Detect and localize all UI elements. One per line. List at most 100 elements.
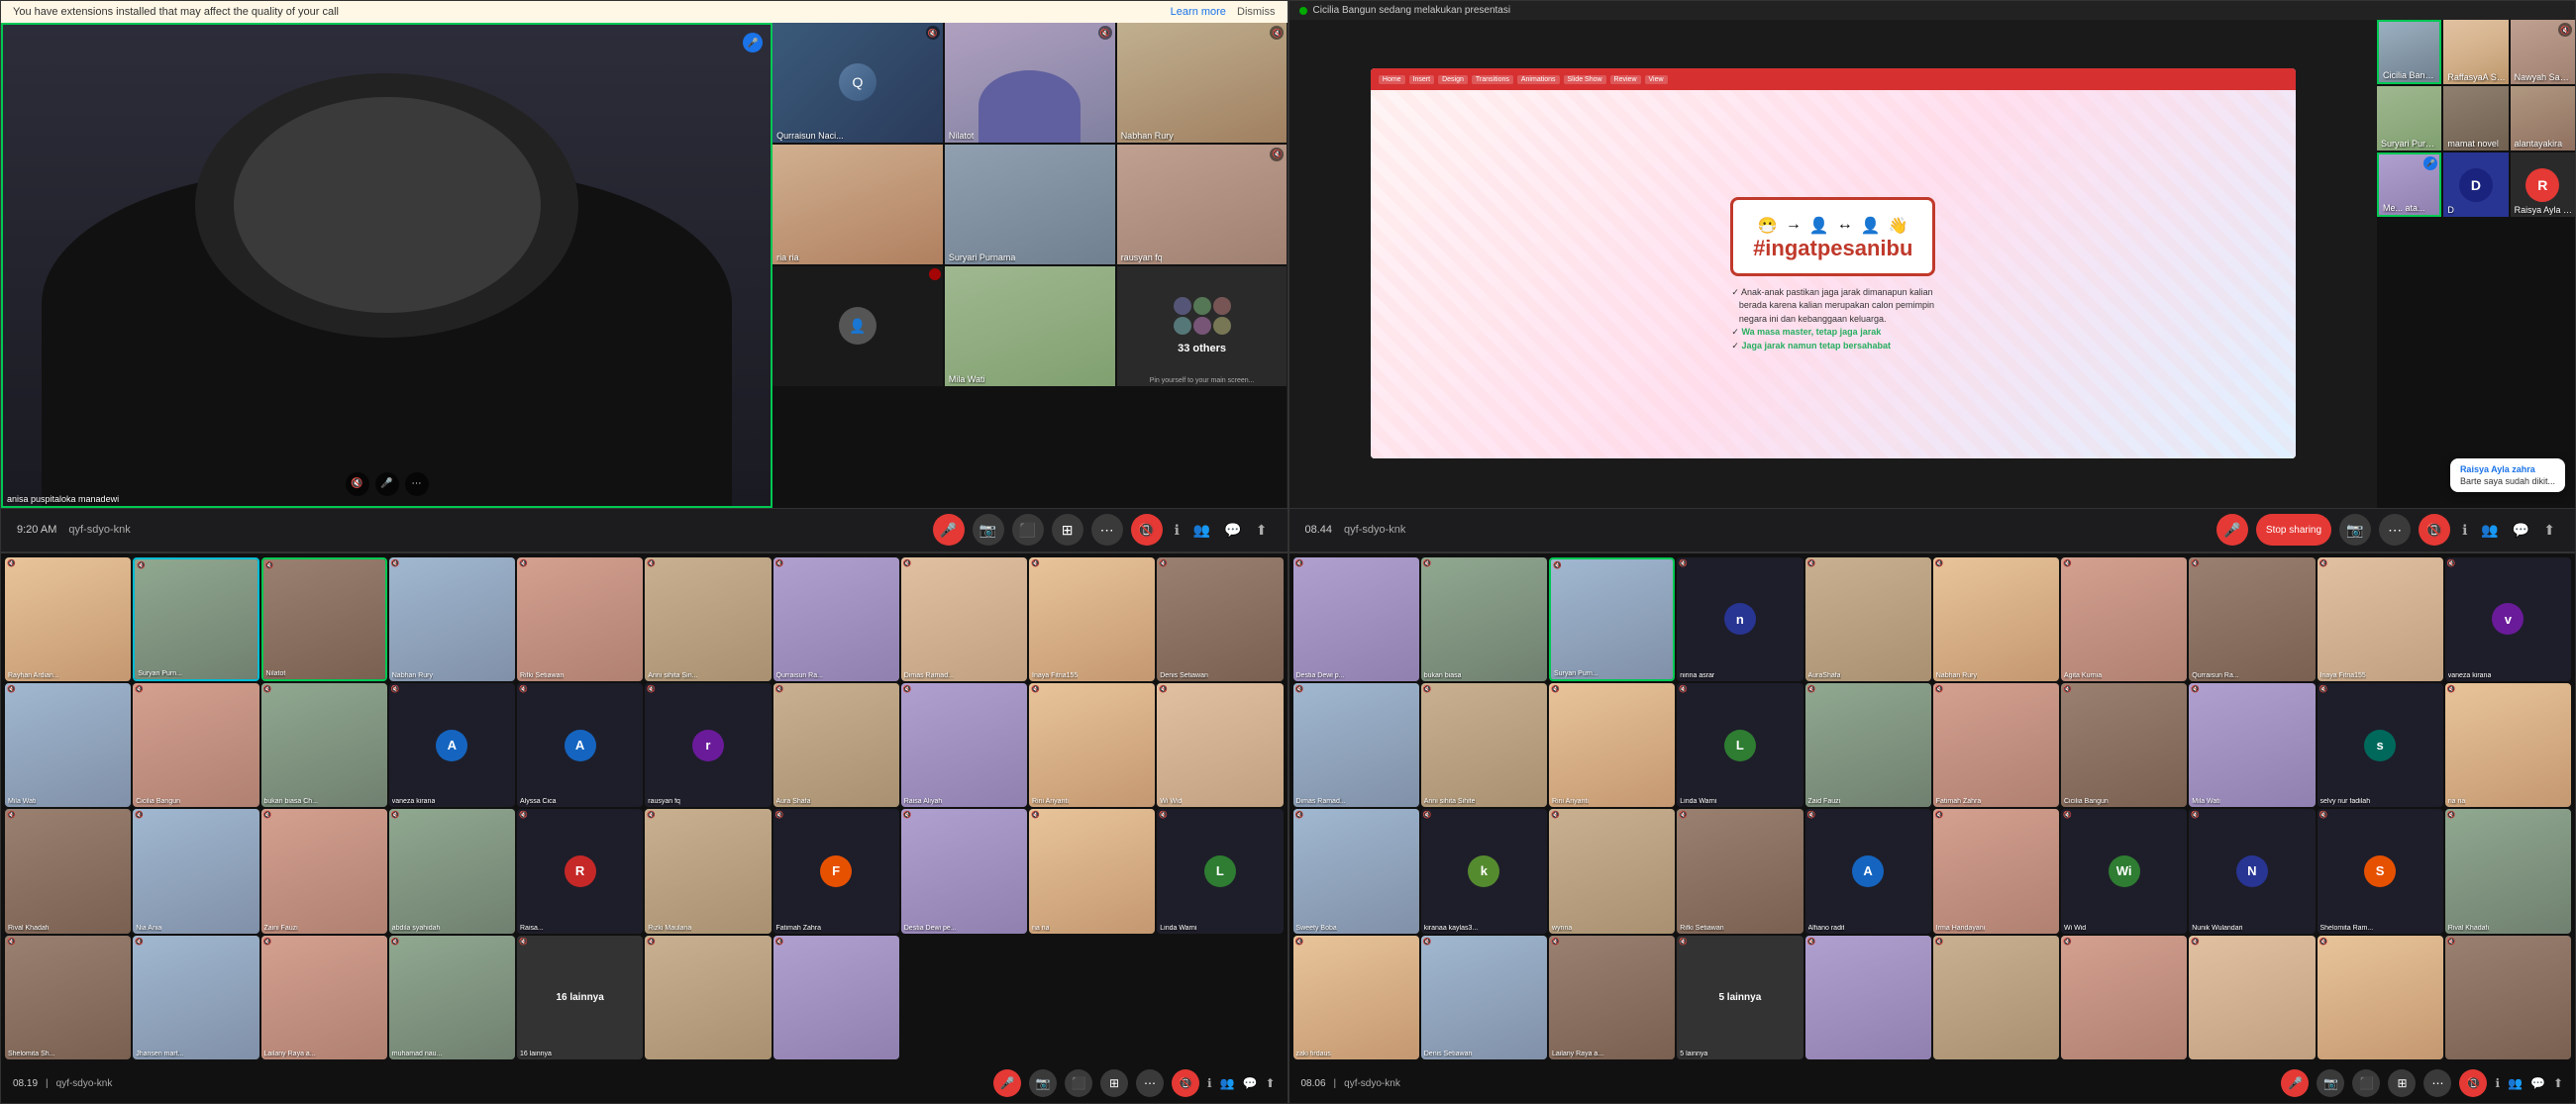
participant-name-label: nirina asrar xyxy=(1680,672,1714,679)
mic-status-icon: 🔇 xyxy=(1031,685,1040,693)
activities-button[interactable]: ⊞ xyxy=(2388,1069,2416,1097)
slide-review-btn[interactable]: Review xyxy=(1610,75,1641,84)
participant-tile: 🔇Suryari Purn... xyxy=(133,557,258,681)
participant-name-label: Destia Dewi p... xyxy=(1296,672,1345,679)
others-tile: 33 others Pin yourself to your main scre… xyxy=(1117,266,1288,386)
slide-insert-btn[interactable]: Insert xyxy=(1409,75,1435,84)
end-call-button[interactable]: 📵 xyxy=(2459,1069,2487,1097)
chat-icon[interactable]: 💬 xyxy=(2530,1076,2545,1090)
participant-name-label: Rival Khadafi xyxy=(8,925,49,932)
people-icon[interactable]: 👥 xyxy=(2477,518,2502,543)
mic-status-icon: 🔇 xyxy=(1807,938,1816,946)
activities-icon[interactable]: ⬆ xyxy=(1252,518,1272,543)
activities-icon[interactable]: ⬆ xyxy=(1265,1076,1275,1090)
slide-transitions-btn[interactable]: Transitions xyxy=(1472,75,1513,84)
mic-status-icon: 🔇 xyxy=(1423,559,1432,567)
participant-tile: A🔇Alfiano radit xyxy=(1805,809,1931,933)
participant-video xyxy=(1549,936,1675,1059)
camera-button[interactable]: 📷 xyxy=(2317,1069,2344,1097)
mic-status-icon: 🔇 xyxy=(135,811,144,819)
mic-status-icon: 🔇 xyxy=(1551,685,1560,693)
meeting-id: qyf-sdyo-knk xyxy=(56,1078,985,1089)
others-avatar xyxy=(1193,317,1211,335)
slide-animations-btn[interactable]: Animations xyxy=(1517,75,1560,84)
info-icon[interactable]: ℹ xyxy=(2458,518,2471,543)
stop-share-button[interactable]: Stop sharing xyxy=(2256,514,2331,546)
screen-share-button[interactable]: ⬛ xyxy=(2352,1069,2380,1097)
avatar-circle: Wi xyxy=(2109,855,2140,887)
avatar-circle: F xyxy=(820,855,852,887)
mic-button[interactable]: 🎤 xyxy=(993,1069,1021,1097)
dismiss-button[interactable]: Dismiss xyxy=(1237,6,1276,18)
end-call-button[interactable]: 📵 xyxy=(2419,514,2450,546)
mic-status-icon: 🔇 xyxy=(1935,559,1944,567)
mic-status-icon: 🔇 xyxy=(1679,559,1688,567)
info-icon[interactable]: ℹ xyxy=(1171,518,1184,543)
camera-button[interactable]: 📷 xyxy=(2339,514,2371,546)
participant-video xyxy=(5,557,131,681)
participant-name-label: Rini Ariyanti xyxy=(1032,798,1069,805)
chat-icon[interactable]: 💬 xyxy=(1242,1076,1257,1090)
mic-status-icon: 🔇 xyxy=(135,685,144,693)
participant-video xyxy=(1029,557,1155,681)
participant-name-label: zaki firdaus xyxy=(1296,1051,1331,1057)
thumb-raisya: R Raisya Ayla zahra xyxy=(2511,152,2575,217)
avatar-circle: v xyxy=(2492,603,2524,635)
slide-design-btn[interactable]: Design xyxy=(1438,75,1468,84)
thumb-empty: 👤 xyxy=(773,266,943,386)
slide-view-btn[interactable]: View xyxy=(1645,75,1668,84)
slide-slideshow-btn[interactable]: Slide Show xyxy=(1564,75,1606,84)
info-icon[interactable]: ℹ xyxy=(1207,1076,1212,1090)
chat-icon[interactable]: 💬 xyxy=(1220,518,1245,543)
more-options-button[interactable]: ⋯ xyxy=(2423,1069,2451,1097)
info-icon[interactable]: ℹ xyxy=(2495,1076,2500,1090)
activities-button[interactable]: ⊞ xyxy=(1100,1069,1128,1097)
participant-tile: 🔇Inaya Fitria155 xyxy=(2318,557,2443,681)
learn-more-link[interactable]: Learn more xyxy=(1171,6,1226,18)
participant-tile: 🔇Lailany Raya a... xyxy=(261,936,387,1059)
participant-name-label: ria ria xyxy=(2448,798,2466,805)
thumb-label: Nabhan Rury xyxy=(1121,131,1174,141)
more-options-button[interactable]: ⋯ xyxy=(2379,514,2411,546)
mic-button[interactable]: 🎤 xyxy=(933,514,965,546)
slide-body: 😷→👤↔👤👋 #ingatpesanibu ✓ Anak-anak pastik… xyxy=(1371,90,2296,458)
end-call-button[interactable]: 📵 xyxy=(1131,514,1163,546)
activities-icon[interactable]: ⬆ xyxy=(2539,518,2559,543)
mic-status-icon: 🔇 xyxy=(1679,811,1688,819)
participant-video xyxy=(2189,557,2315,681)
others-avatar xyxy=(1213,297,1231,315)
participant-name-label: wynna xyxy=(1552,925,1572,932)
participant-tile: 🔇Cicilia Bangun xyxy=(2061,683,2187,807)
avatar-circle: L xyxy=(1724,730,1756,761)
mic-status-icon: 🔇 xyxy=(1807,811,1816,819)
end-call-button[interactable]: 📵 xyxy=(1172,1069,1199,1097)
people-icon[interactable]: 👥 xyxy=(1189,518,1214,543)
people-icon[interactable]: 👥 xyxy=(2508,1076,2523,1090)
mic-button[interactable]: 🎤 xyxy=(2216,514,2248,546)
activities-button[interactable]: ⊞ xyxy=(1052,514,1083,546)
camera-button[interactable]: 📷 xyxy=(1029,1069,1057,1097)
participant-name-label: Wi Wid xyxy=(1160,798,1182,805)
screen-share-button[interactable]: ⬛ xyxy=(1012,514,1044,546)
participant-tile: A🔇vaneza kirana xyxy=(389,683,515,807)
participant-tile: Wi🔇Wi Wid xyxy=(2061,809,2187,933)
mic-status-icon: 🔇 xyxy=(647,685,656,693)
participant-video xyxy=(645,936,771,1059)
participant-video xyxy=(1933,557,2059,681)
avatar-circle: L xyxy=(1204,855,1236,887)
people-icon[interactable]: 👥 xyxy=(1220,1076,1235,1090)
mic-button[interactable]: 🎤 xyxy=(2281,1069,2309,1097)
participant-video xyxy=(5,936,131,1059)
participant-name-label: Anni sihita Sin... xyxy=(648,672,697,679)
activities-icon[interactable]: ⬆ xyxy=(2553,1076,2563,1090)
chat-icon[interactable]: 💬 xyxy=(2509,518,2533,543)
camera-button[interactable]: 📷 xyxy=(973,514,1004,546)
participant-name-label: Qurraisun Ra... xyxy=(2192,672,2238,679)
more-options-button[interactable]: ⋯ xyxy=(1091,514,1123,546)
main-speaker-name: anisa puspitaloka manadewi xyxy=(7,494,119,504)
more-options-button[interactable]: ⋯ xyxy=(1136,1069,1164,1097)
mic-off-icon: 🔇 xyxy=(926,26,940,40)
slide-home-btn[interactable]: Home xyxy=(1379,75,1405,84)
screen-share-button[interactable]: ⬛ xyxy=(1065,1069,1092,1097)
meeting-id: qyf-sdyo-knk xyxy=(68,524,924,536)
